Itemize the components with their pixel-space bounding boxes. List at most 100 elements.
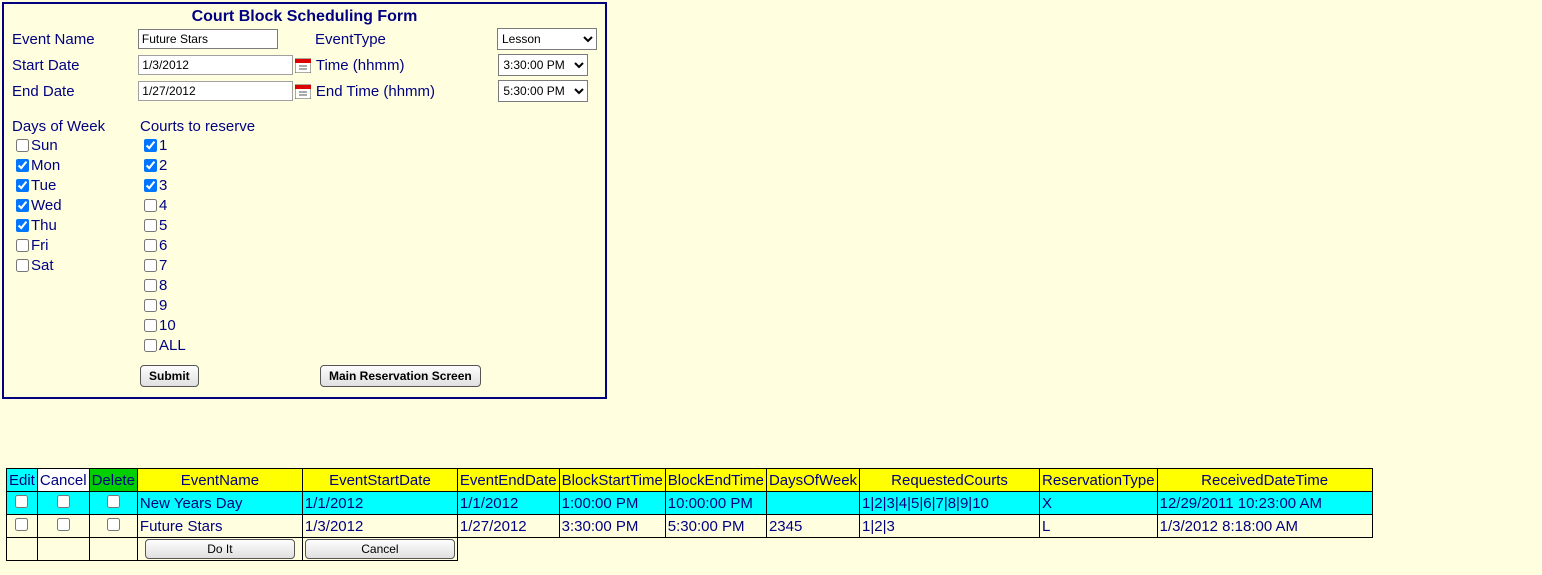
field-event-name-wrap <box>138 29 315 49</box>
court-checkbox-10[interactable] <box>144 319 157 332</box>
calendar-icon[interactable] <box>295 83 311 99</box>
calendar-icon[interactable] <box>295 57 311 73</box>
day-option-tue: Tue <box>12 175 140 195</box>
court-option-6: 6 <box>140 235 320 255</box>
day-checkbox-sun[interactable] <box>16 139 29 152</box>
court-label: 5 <box>159 217 167 234</box>
court-option-7: 7 <box>140 255 320 275</box>
day-option-wed: Wed <box>12 195 140 215</box>
start-date-input[interactable] <box>138 55 293 75</box>
days-of-week-column: Days of Week SunMonTueWedThuFriSat <box>12 118 140 355</box>
label-end-time: End Time (hhmm) <box>316 83 499 100</box>
court-label: ALL <box>159 337 186 354</box>
grid-footer-row: Do It Cancel <box>7 538 1373 561</box>
edit-checkbox[interactable] <box>15 495 28 508</box>
cell-eventName: Future Stars <box>137 515 302 538</box>
court-label: 2 <box>159 157 167 174</box>
cell-eventStartDate: 1/1/2012 <box>302 492 457 515</box>
day-checkbox-tue[interactable] <box>16 179 29 192</box>
doit-button[interactable]: Do It <box>145 539 295 559</box>
end-date-input[interactable] <box>138 81 293 101</box>
end-time-select[interactable]: 5:30:00 PM <box>498 80 588 102</box>
day-checkbox-thu[interactable] <box>16 219 29 232</box>
court-label: 9 <box>159 297 167 314</box>
form-title: Court Block Scheduling Form <box>12 8 597 26</box>
header-event-start-date: EventStartDate <box>302 469 457 492</box>
court-option-all: ALL <box>140 335 320 355</box>
header-block-end-time: BlockEndTime <box>665 469 766 492</box>
dow-courts-block: Days of Week SunMonTueWedThuFriSat Court… <box>12 118 597 355</box>
court-label: 4 <box>159 197 167 214</box>
court-label: 6 <box>159 237 167 254</box>
court-checkbox-6[interactable] <box>144 239 157 252</box>
edit-checkbox[interactable] <box>15 518 28 531</box>
cell-receivedDateTime: 12/29/2011 10:23:00 AM <box>1157 492 1372 515</box>
header-requested-courts: RequestedCourts <box>860 469 1040 492</box>
form-button-row: Submit Main Reservation Screen <box>12 365 597 387</box>
cell-daysOfWeek: 2345 <box>766 515 859 538</box>
court-checkbox-1[interactable] <box>144 139 157 152</box>
label-end-date: End Date <box>12 83 138 100</box>
field-end-time-wrap: 5:30:00 PM <box>498 80 597 102</box>
court-option-2: 2 <box>140 155 320 175</box>
table-row: New Years Day1/1/20121/1/20121:00:00 PM1… <box>7 492 1373 515</box>
court-checkbox-5[interactable] <box>144 219 157 232</box>
cell-requestedCourts: 1|2|3 <box>860 515 1040 538</box>
field-start-date-wrap <box>138 55 316 75</box>
submit-button[interactable]: Submit <box>140 365 199 387</box>
header-delete: Delete <box>89 469 137 492</box>
cancel-checkbox[interactable] <box>57 495 70 508</box>
court-checkbox-8[interactable] <box>144 279 157 292</box>
court-label: 3 <box>159 177 167 194</box>
event-name-input[interactable] <box>138 29 278 49</box>
court-label: 10 <box>159 317 176 334</box>
row-event: Event Name EventType Lesson <box>12 28 597 50</box>
event-type-select[interactable]: Lesson <box>497 28 597 50</box>
label-time: Time (hhmm) <box>316 57 499 74</box>
day-label: Fri <box>31 237 49 254</box>
day-label: Sun <box>31 137 58 154</box>
day-checkbox-sat[interactable] <box>16 259 29 272</box>
field-end-date-wrap <box>138 81 316 101</box>
day-checkbox-wed[interactable] <box>16 199 29 212</box>
label-days-of-week: Days of Week <box>12 118 140 135</box>
header-edit: Edit <box>7 469 38 492</box>
cell-eventName: New Years Day <box>137 492 302 515</box>
scheduling-form-panel: Court Block Scheduling Form Event Name E… <box>2 2 607 399</box>
delete-checkbox[interactable] <box>107 518 120 531</box>
court-checkbox-2[interactable] <box>144 159 157 172</box>
court-checkbox-3[interactable] <box>144 179 157 192</box>
cancel-checkbox[interactable] <box>57 518 70 531</box>
court-label: 7 <box>159 257 167 274</box>
court-label: 8 <box>159 277 167 294</box>
day-label: Tue <box>31 177 56 194</box>
cell-requestedCourts: 1|2|3|4|5|6|7|8|9|10 <box>860 492 1040 515</box>
cell-eventStartDate: 1/3/2012 <box>302 515 457 538</box>
cell-eventEndDate: 1/1/2012 <box>457 492 559 515</box>
day-option-sat: Sat <box>12 255 140 275</box>
court-checkbox-9[interactable] <box>144 299 157 312</box>
label-start-date: Start Date <box>12 57 138 74</box>
cell-receivedDateTime: 1/3/2012 8:18:00 AM <box>1157 515 1372 538</box>
main-reservation-button[interactable]: Main Reservation Screen <box>320 365 481 387</box>
delete-checkbox[interactable] <box>107 495 120 508</box>
day-label: Wed <box>31 197 62 214</box>
court-option-5: 5 <box>140 215 320 235</box>
day-checkbox-mon[interactable] <box>16 159 29 172</box>
court-checkbox-4[interactable] <box>144 199 157 212</box>
header-event-name: EventName <box>137 469 302 492</box>
cell-eventEndDate: 1/27/2012 <box>457 515 559 538</box>
cell-blockEndTime: 5:30:00 PM <box>665 515 766 538</box>
court-checkbox-7[interactable] <box>144 259 157 272</box>
header-event-end-date: EventEndDate <box>457 469 559 492</box>
day-option-sun: Sun <box>12 135 140 155</box>
label-courts: Courts to reserve <box>140 118 320 135</box>
day-checkbox-fri[interactable] <box>16 239 29 252</box>
cell-reservationType: L <box>1040 515 1158 538</box>
court-option-9: 9 <box>140 295 320 315</box>
cancel-action-button[interactable]: Cancel <box>305 539 455 559</box>
court-checkbox-all[interactable] <box>144 339 157 352</box>
day-label: Sat <box>31 257 54 274</box>
page-root: Court Block Scheduling Form Event Name E… <box>0 0 1542 575</box>
start-time-select[interactable]: 3:30:00 PM <box>498 54 588 76</box>
